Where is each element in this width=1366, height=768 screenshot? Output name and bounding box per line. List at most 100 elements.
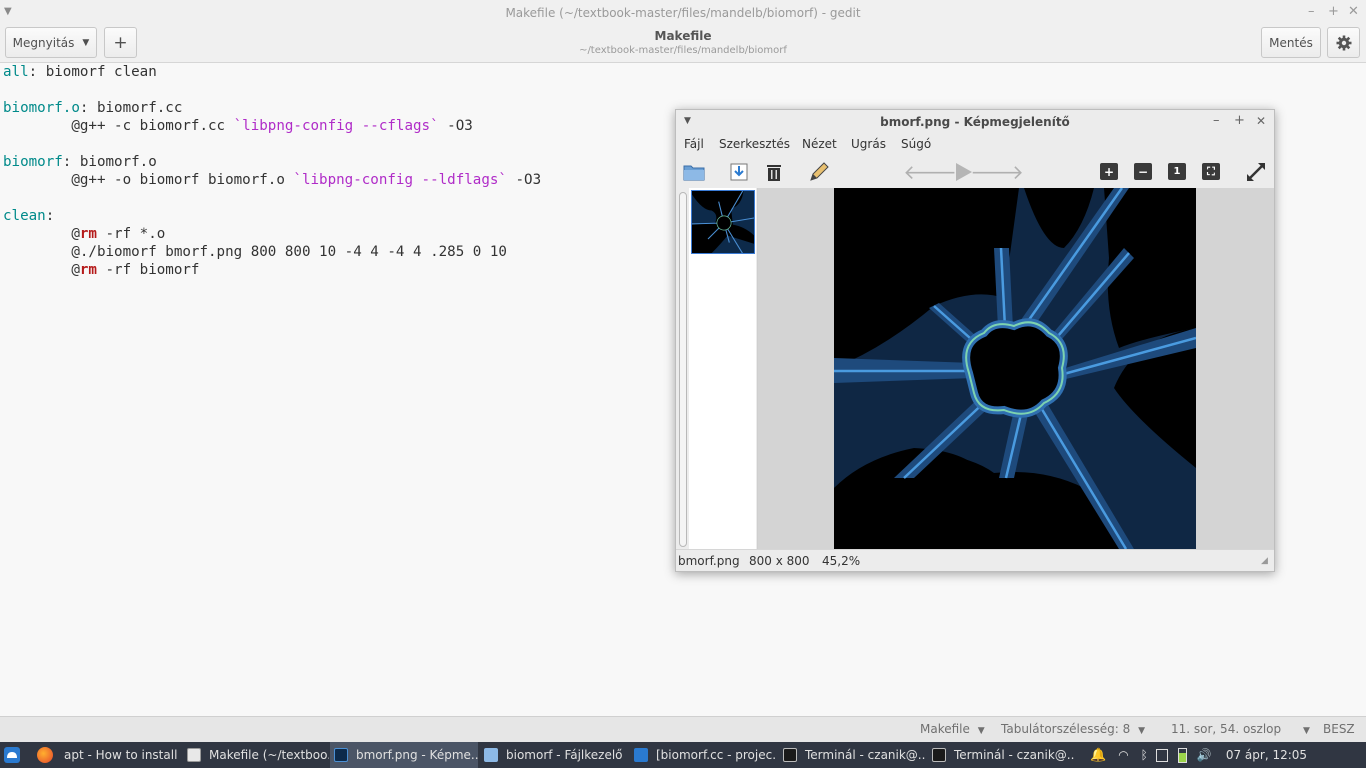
chevron-down-icon: ▼ [977, 726, 985, 736]
text-editor-icon [187, 748, 201, 762]
chevron-down-icon: ▼ [1302, 726, 1310, 736]
next-button[interactable]: 🡒 [970, 160, 1024, 184]
cursor-position[interactable]: 11. sor, 54. oszlop ▼ [1171, 722, 1310, 736]
status-filename: bmorf.png [678, 554, 740, 568]
menu-file[interactable]: Fájl [684, 137, 704, 151]
code-line-1: all: biomorf clean [3, 64, 157, 80]
fullscreen-icon [1247, 163, 1265, 181]
maximize-icon[interactable]: + [1328, 4, 1339, 19]
taskbar-item-vscode[interactable]: [biomorf.cc - projec... [630, 742, 777, 768]
taskbar-item-viewer[interactable]: bmorf.png - Képme... [330, 742, 478, 768]
arrow-left-icon: 🡐 [903, 160, 957, 184]
language-selector[interactable]: Makefile ▼ [920, 722, 985, 736]
wifi-icon[interactable]: ◠ [1118, 748, 1128, 762]
thumbnail-item[interactable] [691, 190, 755, 254]
code-line-5: ​ [3, 135, 541, 153]
statusbar: Makefile ▼ Tabulátorszélesség: 8 ▼ 11. s… [0, 716, 1366, 742]
taskbar-item-label: Terminál - czanik@... [954, 748, 1075, 762]
code-line-2: ​ [3, 81, 541, 99]
zoom-in-button[interactable]: + [1100, 163, 1118, 180]
download-icon [730, 163, 748, 181]
open-folder-button[interactable] [683, 161, 705, 183]
code-line-11: @./biomorf bmorf.png 800 800 10 -4 4 -4 … [3, 244, 507, 260]
code-line-3: biomorf.o: biomorf.cc [3, 100, 183, 116]
chevron-down-icon: ▼ [1138, 726, 1145, 736]
xfce-mouse-icon [7, 752, 17, 758]
insert-mode: BESZ [1323, 722, 1355, 736]
minimize-icon[interactable]: – [1213, 113, 1220, 128]
save-image-button[interactable] [728, 161, 750, 183]
folder-icon [683, 165, 705, 181]
taskbar-item-terminal-1[interactable]: Terminál - czanik@... [779, 742, 926, 768]
gear-icon [1336, 35, 1351, 50]
window-title: Makefile (~/textbook-master/files/mandel… [505, 6, 861, 20]
battery-icon[interactable] [1177, 747, 1187, 763]
save-button[interactable]: Mentés [1261, 27, 1321, 58]
menu-edit[interactable]: Szerkesztés [719, 137, 790, 151]
thumbnail-scrollbar[interactable] [679, 192, 687, 547]
pencil-icon [810, 162, 829, 181]
taskbar-item-label: biomorf - Fájlkezelő [506, 748, 623, 762]
viewer-titlebar: ▼ bmorf.png - Képmegjelenítő – + ✕ [676, 110, 1274, 134]
tab-width-selector[interactable]: Tabulátorszélesség: 8 ▼ [1001, 722, 1145, 736]
document-title: Makefile [654, 29, 712, 43]
zoom-fit-button[interactable]: ⛶ [1202, 163, 1220, 180]
status-dimensions: 800 x 800 [749, 554, 810, 568]
thumbnail-column [689, 188, 756, 549]
biomorf-image [834, 188, 1196, 549]
zoom-out-icon: − [1137, 164, 1149, 179]
zoom-100-button[interactable]: 1 [1168, 163, 1186, 180]
image-canvas[interactable] [834, 188, 1196, 549]
arrow-right-icon: 🡒 [970, 160, 1024, 184]
status-zoom: 45,2% [822, 554, 861, 568]
fullscreen-button[interactable] [1245, 161, 1267, 183]
viewer-toolbar: 🡐 🡒 + − 1 ⛶ [676, 156, 1274, 188]
document-path: ~/textbook-master/files/mandelb/biomorf [579, 45, 787, 56]
menu-go[interactable]: Ugrás [851, 137, 886, 151]
zoom-in-icon: + [1103, 164, 1115, 179]
edit-button[interactable] [808, 161, 830, 183]
viewer-body [676, 188, 1274, 549]
fit-icon: ⛶ [1207, 164, 1215, 178]
viewer-menubar: Fájl Szerkesztés Nézet Ugrás Súgó [676, 134, 1274, 156]
whisker-menu-button[interactable] [4, 747, 20, 763]
window-titlebar: ▼ Makefile (~/textbook-master/files/mand… [0, 0, 1366, 26]
taskbar-item-label: Terminál - czanik@... [805, 748, 926, 762]
vscode-icon [634, 748, 648, 762]
close-icon[interactable]: ✕ [1256, 114, 1266, 128]
terminal-icon [783, 748, 797, 762]
clock[interactable]: 07 ápr, 12:05 [1226, 748, 1307, 762]
taskbar-item-label: apt - How to install ... [64, 748, 180, 762]
zoom-100-icon: 1 [1173, 166, 1181, 177]
clipboard-icon[interactable] [1155, 748, 1168, 762]
resize-grip-icon[interactable]: ◢ [1261, 556, 1268, 566]
trash-icon [767, 165, 781, 181]
settings-button[interactable] [1327, 27, 1360, 58]
menu-help[interactable]: Súgó [901, 137, 931, 151]
taskbar: apt - How to install ... Makefile (~/tex… [0, 742, 1366, 768]
code-line-12: @rm -rf biomorf [3, 262, 200, 278]
taskbar-item-label: Makefile (~/textboo... [209, 748, 329, 762]
delete-button[interactable] [763, 161, 785, 183]
image-viewer-window: ▼ bmorf.png - Képmegjelenítő – + ✕ Fájl … [675, 109, 1275, 572]
taskbar-item-gedit[interactable]: Makefile (~/textboo... [183, 742, 329, 768]
taskbar-item-filemanager[interactable]: biomorf - Fájlkezelő [480, 742, 626, 768]
menu-view[interactable]: Nézet [802, 137, 837, 151]
volume-icon[interactable]: 🔊 [1197, 748, 1212, 762]
thumbnail-image [692, 191, 754, 253]
taskbar-item-terminal-2[interactable]: Terminál - czanik@... [928, 742, 1075, 768]
previous-button[interactable]: 🡐 [903, 160, 957, 184]
zoom-out-button[interactable]: − [1134, 163, 1152, 180]
close-icon[interactable]: ✕ [1348, 4, 1359, 19]
taskbar-item-label: [biomorf.cc - projec... [656, 748, 777, 762]
viewer-title: bmorf.png - Képmegjelenítő [880, 115, 1070, 129]
code-line-8: ​ [3, 189, 541, 207]
code-line-4: @g++ -c biomorf.cc `libpng-config --cfla… [3, 118, 473, 134]
bluetooth-icon[interactable]: ᛒ [1141, 748, 1148, 762]
terminal-icon [932, 748, 946, 762]
taskbar-item-firefox[interactable]: apt - How to install ... [38, 742, 180, 768]
code-view[interactable]: all: biomorf clean​biomorf.o: biomorf.cc… [3, 63, 541, 279]
maximize-icon[interactable]: + [1234, 113, 1245, 128]
minimize-icon[interactable]: – [1308, 4, 1315, 19]
notification-bell-icon[interactable]: 🔔 [1090, 748, 1106, 763]
